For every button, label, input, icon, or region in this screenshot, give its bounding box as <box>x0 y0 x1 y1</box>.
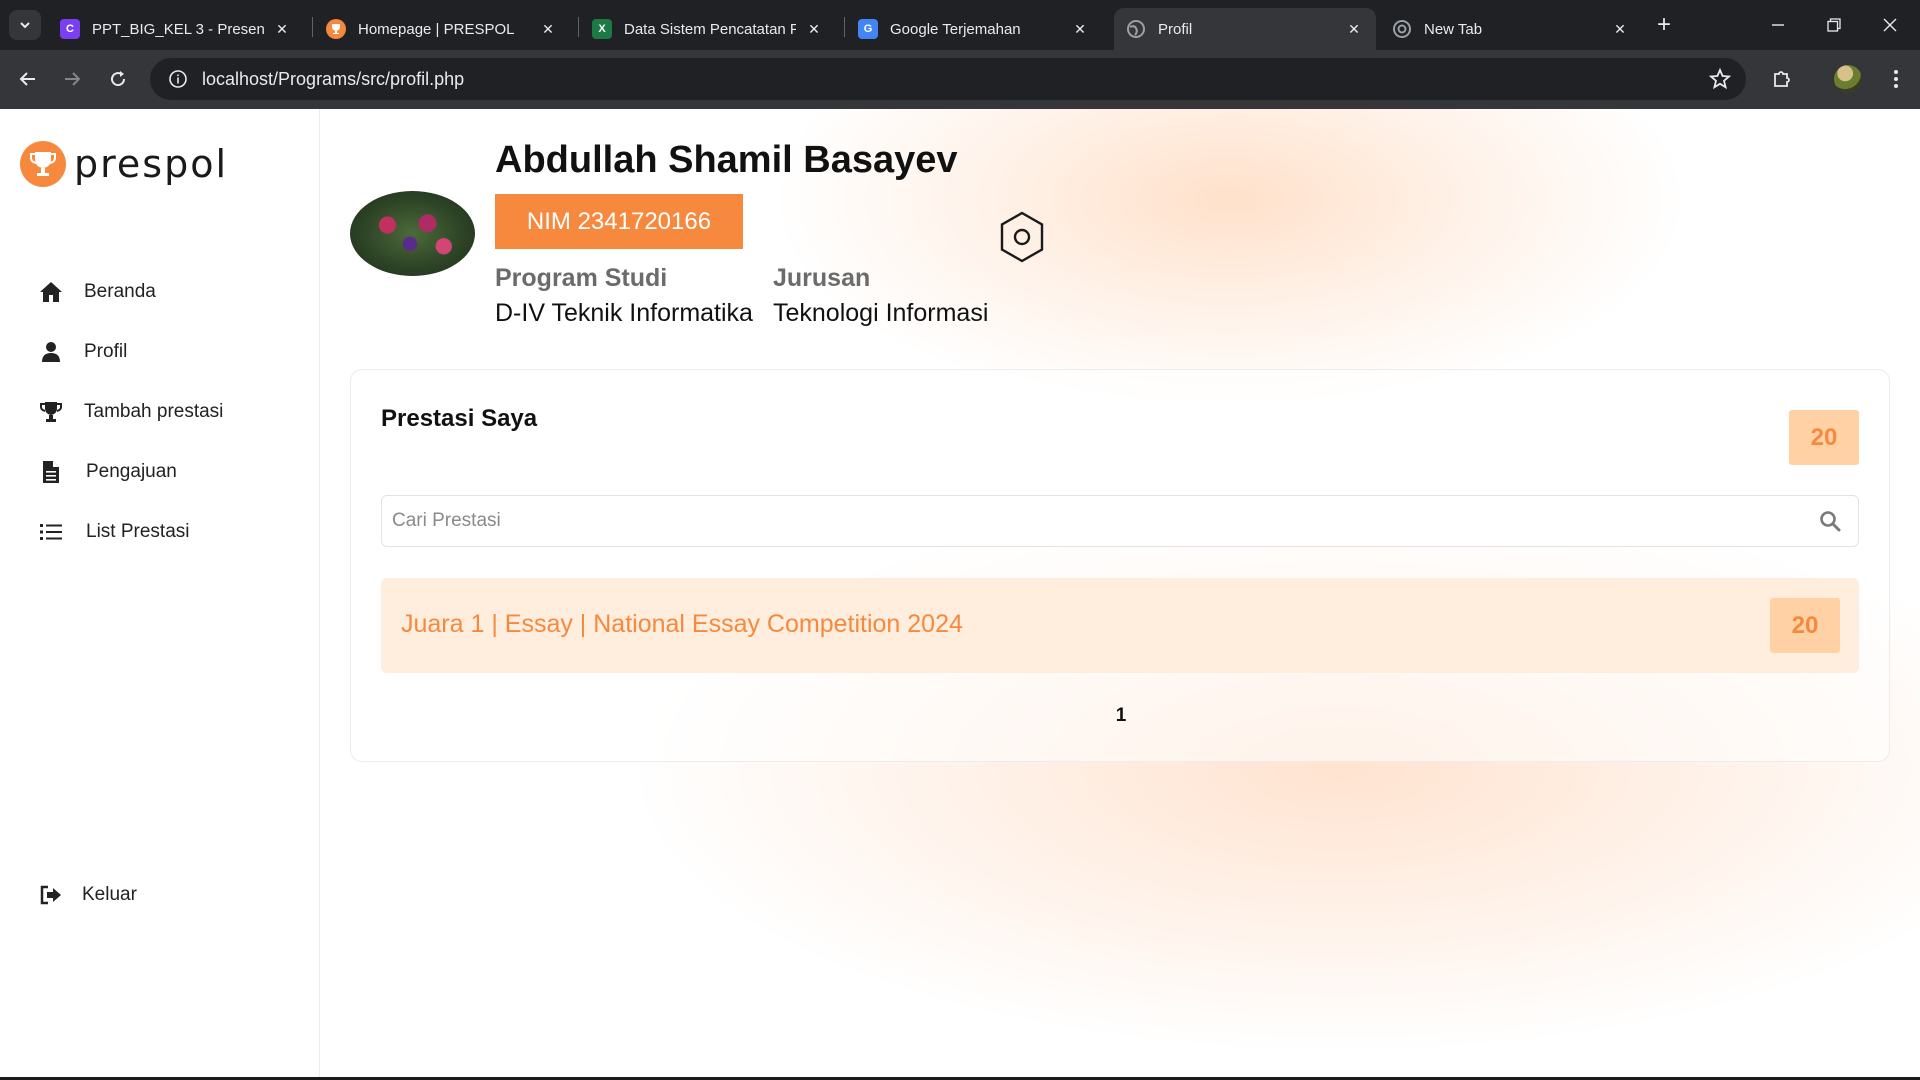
file-icon <box>38 459 64 485</box>
jurusan-value: Teknologi Informasi <box>773 299 989 327</box>
brand-name: prespol <box>74 142 229 186</box>
settings-hexagon-icon <box>1000 211 1044 263</box>
tab-separator <box>312 17 313 37</box>
tab-ppt[interactable]: C PPT_BIG_KEL 3 - Presentasi ✕ <box>48 8 304 50</box>
sidebar-item-profil[interactable]: Profil <box>38 332 127 372</box>
close-icon[interactable]: ✕ <box>1610 19 1630 39</box>
google-translate-icon: G <box>858 19 878 39</box>
globe-icon <box>1126 19 1146 39</box>
sidebar-item-keluar[interactable]: Keluar <box>38 875 137 915</box>
search-box <box>381 495 1859 547</box>
tab-separator <box>844 17 845 37</box>
tab-separator <box>578 17 579 37</box>
browser-tab-bar: C PPT_BIG_KEL 3 - Presentasi ✕ Homepage … <box>0 0 1920 50</box>
jurusan-label: Jurusan <box>773 264 871 292</box>
tab-homepage[interactable]: Homepage | PRESPOL ✕ <box>314 8 570 50</box>
achievement-points-badge: 20 <box>1770 598 1840 653</box>
tab-search-button[interactable] <box>9 10 41 40</box>
search-input[interactable] <box>382 496 1810 546</box>
prestasi-card: Prestasi Saya 20 Juara 1 | Essay | Natio… <box>350 369 1890 762</box>
sidebar-item-label: Pengajuan <box>86 461 177 482</box>
tab-google-translate[interactable]: G Google Terjemahan ✕ <box>846 8 1102 50</box>
search-icon[interactable] <box>1810 501 1850 541</box>
list-icon <box>38 519 64 545</box>
restore-icon <box>1827 18 1841 32</box>
sign-out-icon <box>38 882 64 908</box>
nim-badge: NIM 2341720166 <box>495 194 743 249</box>
sidebar-item-label: Beranda <box>84 281 156 302</box>
tab-data-sistem[interactable]: X Data Sistem Pencatatan Pr ✕ <box>580 8 836 50</box>
reload-icon <box>111 71 126 87</box>
canva-icon: C <box>60 19 80 39</box>
url-text[interactable]: localhost/Programs/src/profil.php <box>202 69 464 90</box>
close-window-button[interactable] <box>1862 0 1918 50</box>
address-bar[interactable]: localhost/Programs/src/profil.php <box>150 58 1746 100</box>
minimize-button[interactable] <box>1750 0 1806 50</box>
main-content: Abdullah Shamil Basayev NIM 2341720166 P… <box>350 109 1890 1080</box>
forward-button[interactable] <box>56 63 88 95</box>
sidebar-item-label: List Prestasi <box>86 521 190 542</box>
tab-title: Data Sistem Pencatatan Pr <box>624 20 796 38</box>
user-icon <box>38 339 64 365</box>
more-vertical-icon <box>1894 70 1898 88</box>
close-icon <box>1883 18 1897 32</box>
new-tab-button[interactable]: + <box>1650 11 1678 39</box>
sidebar-item-label: Keluar <box>82 884 137 905</box>
sidebar: prespol Beranda Profil Tambah prestasi P <box>0 109 320 1080</box>
close-icon[interactable]: ✕ <box>272 19 292 39</box>
brand-logo[interactable]: prespol <box>20 141 228 187</box>
tab-profil[interactable]: Profil ✕ <box>1114 8 1376 50</box>
profile-avatar[interactable] <box>1834 65 1862 93</box>
close-icon[interactable]: ✕ <box>804 19 824 39</box>
chevron-down-icon <box>20 22 30 29</box>
chrome-icon <box>1392 19 1412 39</box>
sidebar-item-list-prestasi[interactable]: List Prestasi <box>38 512 189 552</box>
tab-title: PPT_BIG_KEL 3 - Presentasi <box>92 20 264 38</box>
pagination: 1 <box>351 705 1891 727</box>
browser-menu-button[interactable] <box>1880 63 1912 95</box>
puzzle-icon <box>1774 71 1790 87</box>
home-icon <box>38 279 64 305</box>
total-points-badge: 20 <box>1789 410 1859 465</box>
achievement-title: Juara 1 | Essay | National Essay Competi… <box>401 610 963 638</box>
sidebar-item-tambah-prestasi[interactable]: Tambah prestasi <box>38 392 223 432</box>
arrow-left-icon <box>19 72 35 86</box>
back-button[interactable] <box>12 63 44 95</box>
close-icon[interactable]: ✕ <box>1344 19 1364 39</box>
sidebar-item-label: Tambah prestasi <box>84 401 224 422</box>
sidebar-item-beranda[interactable]: Beranda <box>38 272 156 312</box>
tab-title: Homepage | PRESPOL <box>358 20 515 38</box>
program-studi-label: Program Studi <box>495 264 668 292</box>
achievement-item[interactable]: Juara 1 | Essay | National Essay Competi… <box>381 578 1859 673</box>
prespol-icon <box>326 19 346 39</box>
page: prespol Beranda Profil Tambah prestasi P <box>0 109 1920 1080</box>
bookmark-star-icon[interactable] <box>1708 67 1732 91</box>
close-icon[interactable]: ✕ <box>1070 19 1090 39</box>
extensions-button[interactable] <box>1766 63 1798 95</box>
close-icon[interactable]: ✕ <box>538 19 558 39</box>
tab-title: Profil <box>1158 20 1193 38</box>
reload-button[interactable] <box>102 63 134 95</box>
plus-icon: + <box>1656 11 1671 38</box>
settings-button[interactable] <box>997 209 1047 265</box>
sidebar-item-pengajuan[interactable]: Pengajuan <box>38 452 177 492</box>
trophy-logo-icon <box>20 141 66 187</box>
arrow-right-icon <box>65 72 81 86</box>
trophy-icon <box>38 399 64 425</box>
tab-title: New Tab <box>1424 20 1483 38</box>
profile-photo <box>350 191 475 276</box>
site-info-icon[interactable] <box>156 58 200 100</box>
minimize-icon <box>1772 24 1784 26</box>
tab-title: Google Terjemahan <box>890 20 1021 38</box>
sidebar-item-label: Profil <box>84 341 128 362</box>
restore-button[interactable] <box>1806 0 1862 50</box>
browser-toolbar: localhost/Programs/src/profil.php <box>0 50 1920 109</box>
profile-name: Abdullah Shamil Basayev <box>495 139 958 181</box>
page-number[interactable]: 1 <box>1116 705 1127 726</box>
card-title: Prestasi Saya <box>381 405 538 432</box>
excel-icon: X <box>592 19 612 39</box>
tab-new-tab[interactable]: New Tab ✕ <box>1380 8 1642 50</box>
program-studi-value: D-IV Teknik Informatika <box>495 299 753 327</box>
